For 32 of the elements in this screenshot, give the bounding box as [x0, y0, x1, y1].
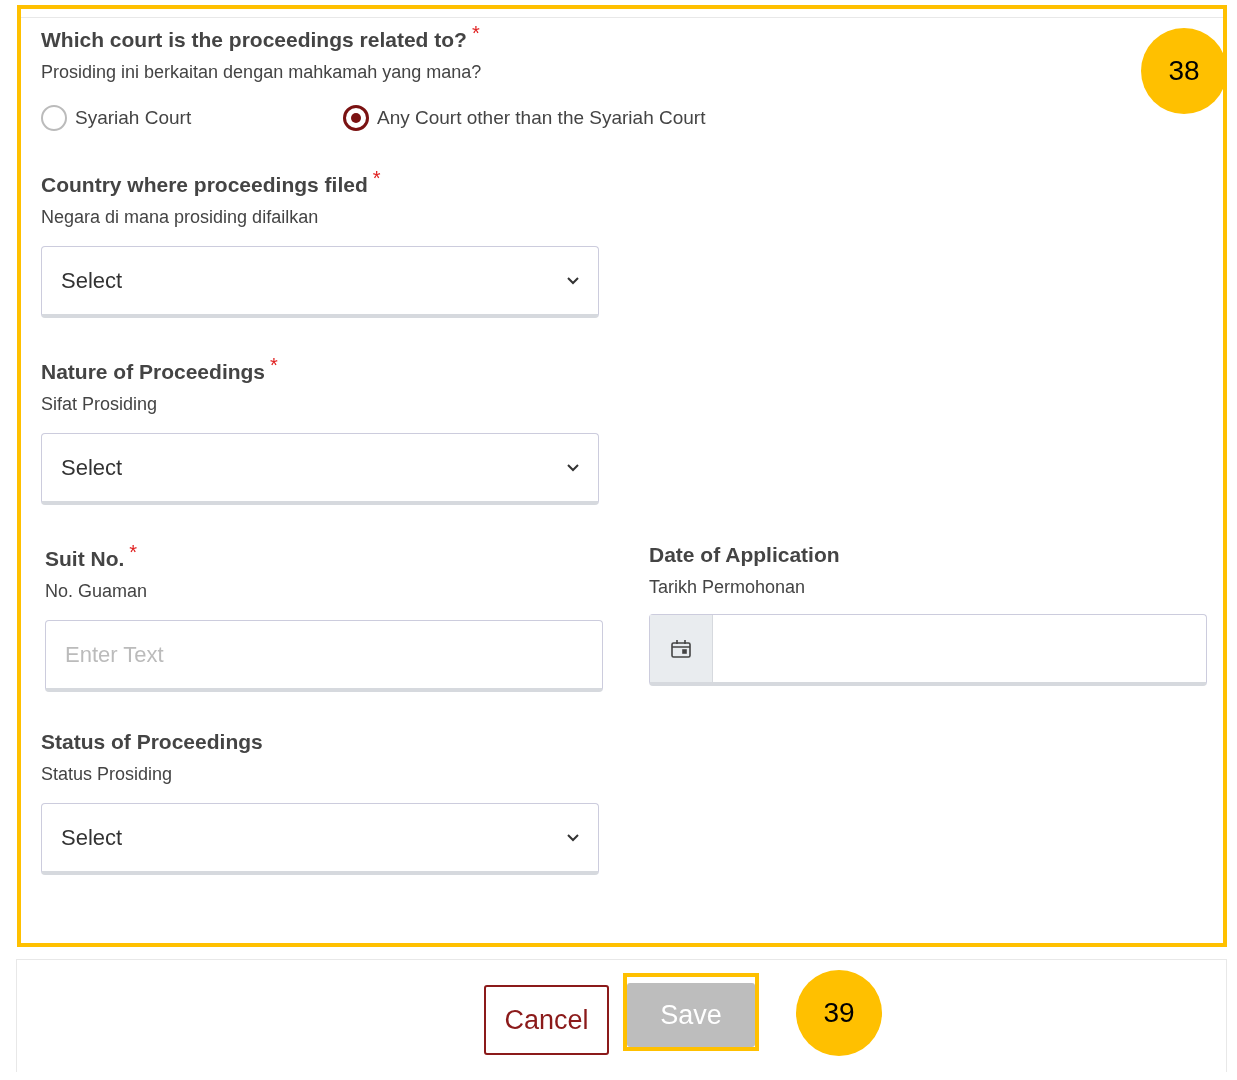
required-mark: *: [471, 22, 480, 45]
field-sublabel: No. Guaman: [45, 581, 148, 602]
chevron-icon: [566, 275, 580, 286]
field-sublabel: Sifat Prosiding: [41, 394, 158, 415]
radio-icon[interactable]: [343, 105, 369, 131]
field-sublabel: Negara di mana prosiding difailkan: [41, 207, 319, 228]
required-mark: *: [129, 541, 138, 564]
cancel-button[interactable]: Cancel: [484, 985, 609, 1055]
field-label: Which court is the proceedings related to?: [41, 28, 467, 52]
radio-option[interactable]: Any Court other than the Syariah Court: [343, 105, 706, 131]
chevron-icon: [566, 832, 580, 843]
select-dropdown[interactable]: Select: [41, 433, 599, 505]
radio-icon[interactable]: [41, 105, 67, 131]
field-label: Nature of Proceedings: [41, 360, 266, 384]
field-sublabel: Status Prosiding: [41, 764, 173, 785]
required-mark: *: [372, 167, 381, 190]
calendar-button[interactable]: [650, 615, 713, 682]
annotation-badge: 39: [796, 970, 882, 1056]
chevron-icon: [566, 462, 580, 473]
field-label: Date of Application: [649, 543, 840, 567]
field-label: Suit No.: [45, 547, 125, 571]
radio-option[interactable]: Syariah Court: [41, 105, 343, 131]
select-dropdown[interactable]: Select: [41, 246, 599, 318]
field-sublabel: Prosiding ini berkaitan dengan mahkamah yang mana?: [41, 62, 482, 83]
calendar-icon: [670, 638, 692, 659]
field-label: Status of Proceedings: [41, 730, 263, 754]
field-label: Country where proceedings filed: [41, 173, 368, 197]
input-field[interactable]: Enter Text: [45, 620, 603, 692]
required-mark: *: [270, 354, 278, 377]
select-dropdown[interactable]: Select: [41, 803, 599, 875]
field-sublabel: Tarikh Permohonan: [649, 577, 806, 598]
date-field[interactable]: [649, 614, 1207, 686]
